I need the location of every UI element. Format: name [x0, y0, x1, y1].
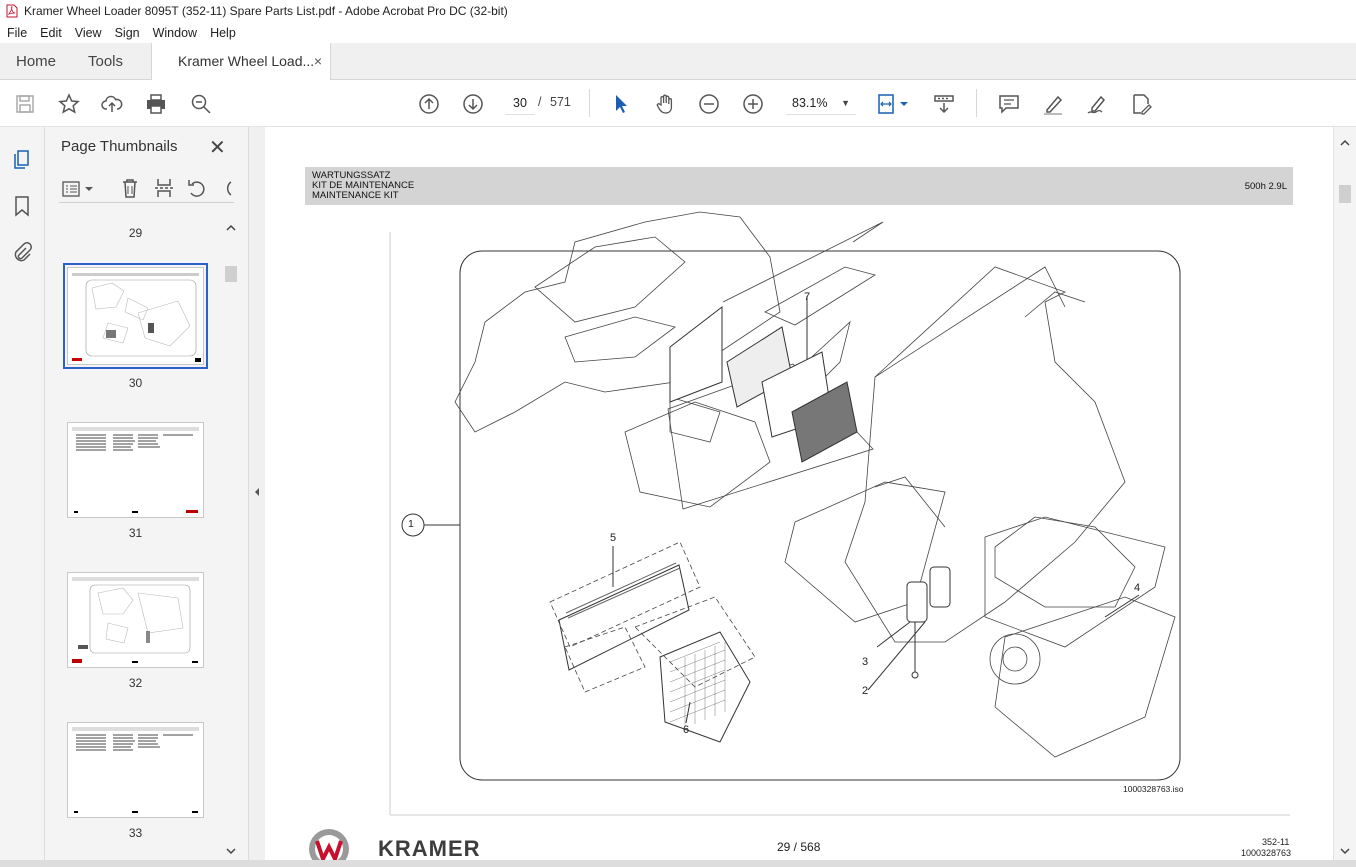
hand-tool-icon[interactable] — [653, 92, 677, 116]
thumbnail-page-number: 29 — [128, 226, 143, 240]
select-cursor-icon[interactable] — [609, 92, 633, 116]
draw-sign-icon[interactable] — [1085, 92, 1109, 116]
rotate-right-icon[interactable] — [219, 177, 233, 199]
footer-ref-number: 1000328763 — [1241, 848, 1292, 858]
chevron-up-icon[interactable] — [1339, 138, 1351, 148]
extract-pages-icon[interactable] — [153, 177, 175, 199]
thumbnail-page-31[interactable] — [67, 422, 204, 518]
tab-tools[interactable]: Tools — [88, 43, 123, 80]
zoom-in-icon[interactable] — [741, 92, 765, 116]
scrollbar-thumb[interactable] — [225, 266, 237, 282]
chevron-down-icon: ▼ — [841, 98, 850, 108]
main-toolbar: 30 / 571 83.1% ▼ — [0, 80, 1356, 127]
window-title: Kramer Wheel Loader 8095T (352-11) Spare… — [24, 4, 508, 18]
title-bar: Kramer Wheel Loader 8095T (352-11) Spare… — [0, 0, 1356, 22]
toolbar-divider — [976, 89, 977, 117]
options-menu-icon[interactable] — [61, 179, 95, 199]
menu-window[interactable]: Window — [153, 26, 197, 40]
callout-6: 6 — [683, 724, 690, 736]
navigation-rail — [0, 127, 45, 867]
tab-bar: Home Tools Kramer Wheel Load... × — [0, 43, 1356, 81]
bookmark-star-icon[interactable] — [57, 92, 81, 116]
zoom-level-select[interactable]: 83.1% ▼ — [786, 91, 856, 115]
tab-close-icon[interactable]: × — [314, 43, 322, 80]
rotate-left-icon[interactable] — [186, 177, 208, 199]
document-scrollbar[interactable] — [1333, 127, 1356, 867]
print-icon[interactable] — [144, 92, 168, 116]
zoom-value: 83.1% — [792, 96, 828, 110]
thumbnail-preview — [72, 427, 199, 513]
page-separator: / — [538, 95, 542, 109]
callout-1: 1 — [408, 518, 414, 530]
drawing-id: 1000328763.iso — [1123, 784, 1184, 794]
page-total: 571 — [550, 95, 571, 109]
menu-sign[interactable]: Sign — [115, 26, 140, 40]
page-thumbnails-icon[interactable] — [11, 149, 33, 171]
thumbnail-preview — [72, 273, 201, 362]
document-view: WARTUNGSSATZ KIT DE MAINTENANCE MAINTENA… — [265, 127, 1333, 867]
thumbnail-preview — [72, 727, 199, 813]
previous-page-icon[interactable] — [417, 92, 441, 116]
callout-4: 4 — [1134, 582, 1141, 594]
page-fit-icon[interactable] — [876, 92, 912, 116]
page-number-input[interactable]: 30 — [505, 91, 535, 115]
thumbnail-page-30[interactable] — [63, 263, 208, 369]
footer-page-number: 29 / 568 — [777, 840, 821, 854]
close-icon[interactable]: ✕ — [209, 135, 226, 160]
panel-splitter[interactable] — [248, 127, 265, 867]
next-page-icon[interactable] — [461, 92, 485, 116]
callout-3: 3 — [862, 656, 869, 668]
chevron-down-icon[interactable] — [225, 846, 237, 856]
bookmarks-icon[interactable] — [11, 195, 33, 217]
chevron-down-icon[interactable] — [1339, 846, 1351, 856]
callout-2: 2 — [862, 685, 869, 697]
thumbnail-page-number: 30 — [128, 376, 143, 390]
comment-icon[interactable] — [997, 92, 1021, 116]
menu-help[interactable]: Help — [210, 26, 236, 40]
menu-view[interactable]: View — [75, 26, 102, 40]
thumbnail-list: 29 30 31 32 33 — [45, 220, 225, 860]
callout-5: 5 — [610, 532, 617, 544]
save-icon[interactable] — [13, 92, 37, 116]
scrollbar-thumb[interactable] — [1339, 185, 1351, 203]
menu-bar: File Edit View Sign Window Help — [0, 22, 1356, 43]
highlight-pen-icon[interactable] — [1041, 92, 1065, 116]
acrobat-icon — [6, 4, 18, 18]
thumbnail-page-number: 32 — [128, 676, 143, 690]
brand-wordmark: KRAMER — [378, 836, 481, 861]
thumbnail-page-number: 31 — [128, 526, 143, 540]
toolbar-divider — [589, 89, 590, 117]
attachment-icon[interactable] — [11, 241, 33, 263]
exploded-parts-drawing — [389, 211, 1290, 816]
thumbnail-scrollbar[interactable] — [223, 220, 239, 860]
thumbnail-page-32[interactable] — [67, 572, 204, 668]
tab-home[interactable]: Home — [16, 43, 56, 80]
menu-edit[interactable]: Edit — [40, 26, 62, 40]
edit-pdf-icon[interactable] — [1129, 92, 1153, 116]
chevron-up-icon[interactable] — [225, 223, 237, 233]
delete-trash-icon[interactable] — [119, 177, 141, 199]
collapse-panel-icon[interactable] — [253, 487, 261, 497]
panel-toolbar — [59, 177, 234, 203]
thumbnails-panel: Page Thumbnails ✕ 29 30 31 32 33 — [45, 127, 248, 867]
tab-document[interactable]: Kramer Wheel Load... × — [151, 43, 331, 81]
thumbnail-preview — [72, 577, 199, 663]
zoom-out-icon[interactable] — [697, 92, 721, 116]
upload-cloud-icon[interactable] — [100, 92, 124, 116]
panel-title: Page Thumbnails — [61, 138, 178, 155]
scroll-mode-icon[interactable] — [932, 92, 956, 116]
tab-document-label: Kramer Wheel Load... — [178, 53, 315, 69]
menu-file[interactable]: File — [7, 26, 27, 40]
zoom-search-icon[interactable] — [189, 92, 213, 116]
callout-7: 7 — [804, 291, 811, 303]
thumbnail-page-number: 33 — [128, 826, 143, 840]
footer-ref-model: 352-11 — [1262, 837, 1290, 847]
horizontal-scrollbar[interactable] — [0, 860, 1356, 867]
thumbnail-page-33[interactable] — [67, 722, 204, 818]
